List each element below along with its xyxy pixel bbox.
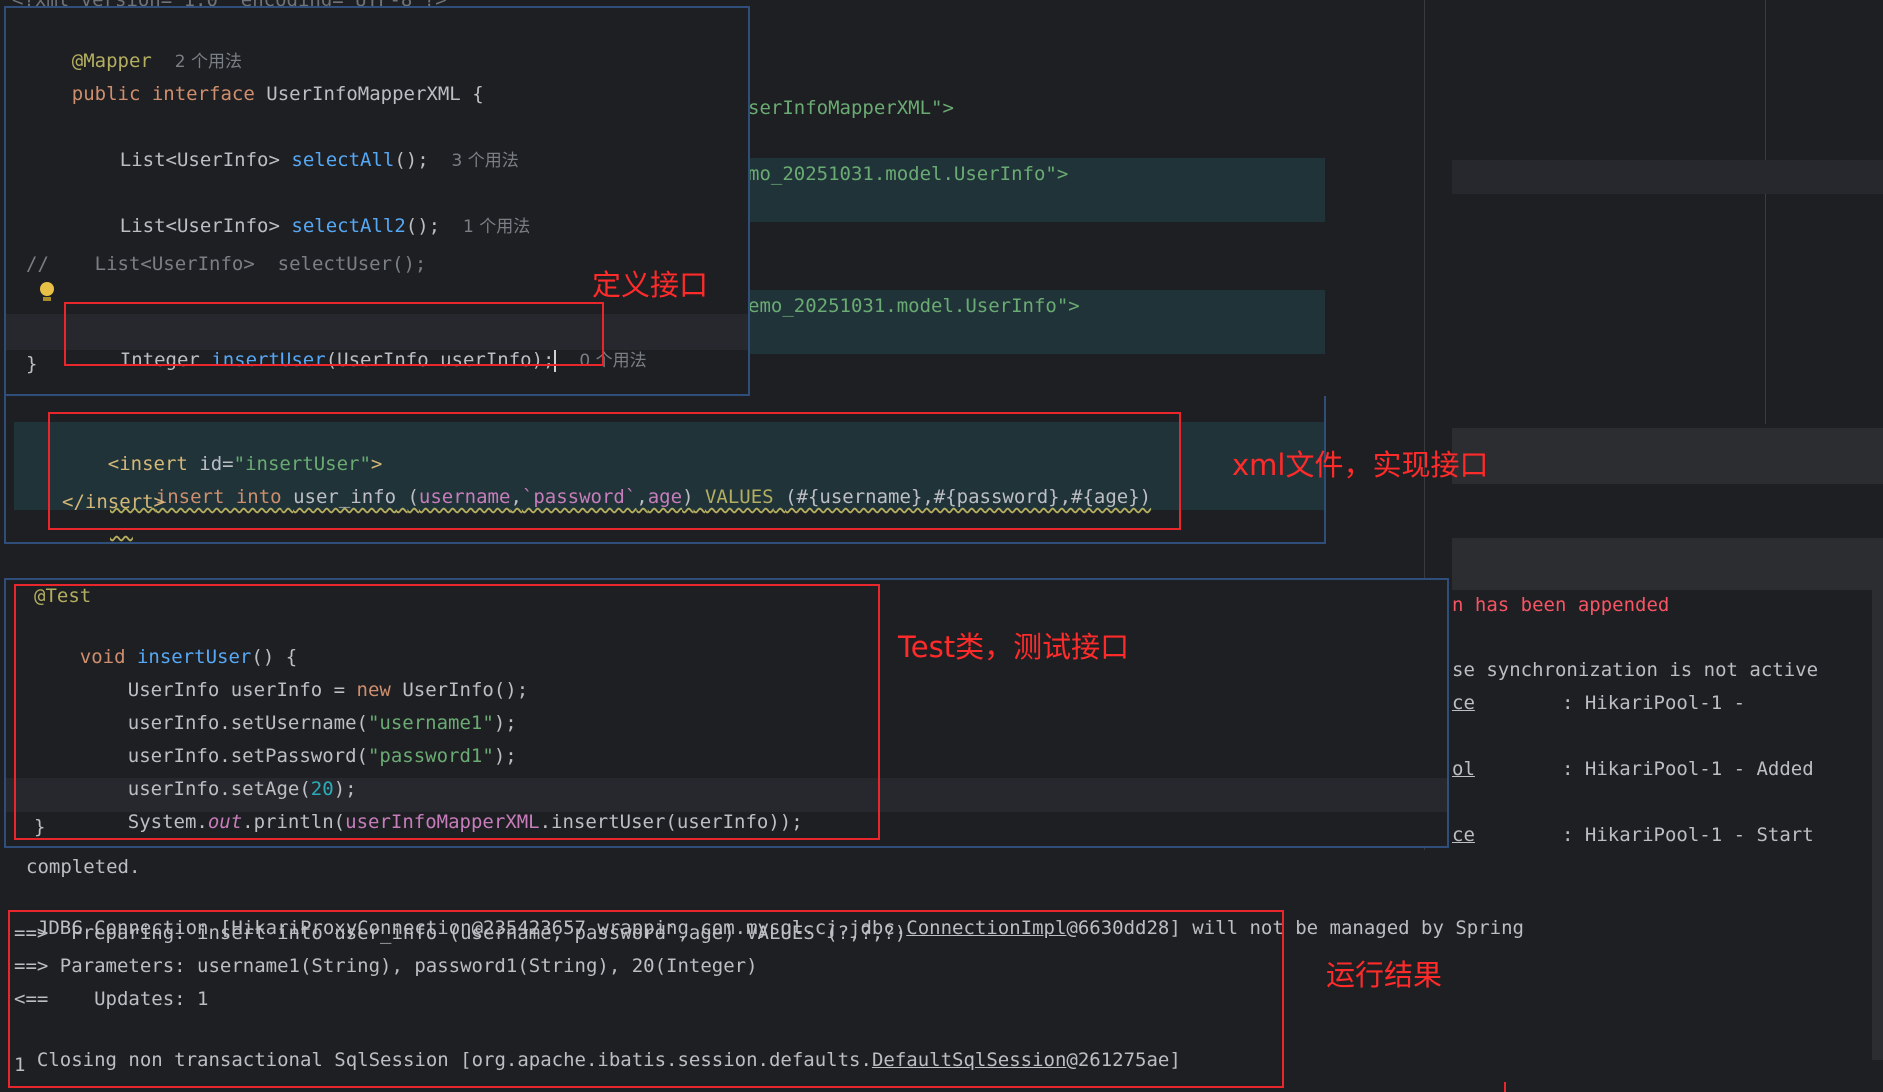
right-row-highlight-3 [1452,538,1883,590]
highlight-box-xml [48,412,1181,530]
usages-hint[interactable]: 3 个用法 [452,151,519,171]
right-divider-2 [1765,0,1766,424]
highlight-box-test [14,584,880,840]
console-right-line-2: se synchronization is not active [1452,659,1819,681]
mapper-annotation: @Mapper 2 个用法 [26,19,242,72]
right-scrollbar[interactable] [1872,590,1883,1060]
note-xml-impl: xml文件，实现接口 [1232,448,1489,482]
bg-xml-line-1: serInfoMapperXML"> [748,97,954,119]
highlight-box-interface [64,302,604,366]
right-row-highlight-2 [1452,428,1883,484]
red-tick-mark [1504,1082,1506,1092]
lightbulb-icon[interactable] [40,282,54,301]
console-right-line-4a: ol [1452,758,1475,780]
console-right-line-5b: : HikariPool-1 - Start [1562,824,1814,846]
note-test-class: Test类，测试接口 [898,630,1130,664]
interface-declaration: public interface UserInfoMapperXML { [71,83,484,105]
bg-xml-line-2: mo_20251031.model.UserInfo"> [748,163,1069,185]
console-right-line-3a: ce [1452,692,1475,714]
console-right-line-4b: : HikariPool-1 - Added [1562,758,1814,780]
console-right-line-1: n has been appended [1452,594,1670,616]
highlight-box-result [8,910,1284,1088]
right-row-highlight-1 [1452,160,1883,194]
console-right-line-5a: ce [1452,824,1475,846]
method-select-all: List<UserInfo> selectAll(); 3 个用法 [119,149,519,171]
note-define-interface: 定义接口 [592,268,709,302]
method-select-all2: List<UserInfo> selectAll2(); 1 个用法 [119,215,531,237]
console-right-line-3b: : HikariPool-1 - [1562,692,1746,714]
usages-hint[interactable]: 1 个用法 [463,217,530,237]
interface-closing-brace: } [26,353,38,375]
bg-xml-line-3: emo_20251031.model.UserInfo"> [748,295,1080,317]
commented-method: // List<UserInfo> selectUser(); [26,253,427,275]
note-run-result: 运行结果 [1326,958,1443,992]
console-completed: completed. [26,856,141,878]
